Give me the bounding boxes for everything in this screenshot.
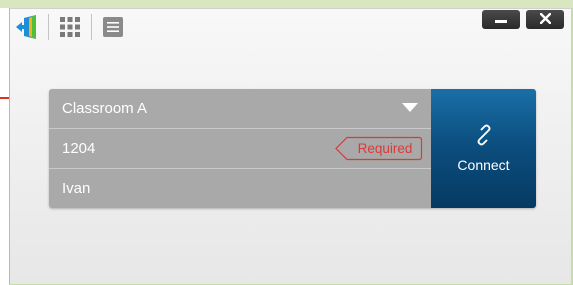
frame-top-strip — [0, 0, 573, 8]
connect-label: Connect — [457, 157, 510, 173]
red-marker — [0, 97, 9, 99]
close-button[interactable] — [526, 10, 564, 29]
chevron-down-icon[interactable] — [402, 103, 418, 112]
classroom-select[interactable]: Classroom A — [49, 89, 431, 128]
minimize-icon — [495, 11, 507, 29]
name-value: Ivan — [62, 180, 91, 197]
toolbar-separator — [91, 14, 92, 40]
menu-icon[interactable] — [99, 13, 127, 41]
connect-button[interactable]: Connect — [431, 89, 536, 208]
minimize-button[interactable] — [482, 10, 520, 29]
left-strip — [0, 8, 9, 285]
code-field[interactable]: 1204 Required — [49, 129, 431, 168]
connect-panel: Classroom A 1204 Required Ivan Connect — [49, 89, 536, 208]
close-icon — [538, 11, 552, 29]
required-badge-label: Required — [358, 141, 413, 156]
toolbar-separator — [48, 14, 49, 40]
required-badge: Required — [335, 136, 423, 161]
classroom-value: Classroom A — [62, 100, 148, 117]
code-value: 1204 — [62, 140, 96, 157]
fields-group: Classroom A 1204 Required Ivan — [49, 89, 431, 208]
name-field[interactable]: Ivan — [49, 169, 431, 208]
app-logo-icon[interactable] — [13, 13, 41, 41]
grid-icon[interactable] — [56, 13, 84, 41]
toolbar — [13, 11, 127, 43]
link-icon — [473, 124, 495, 151]
